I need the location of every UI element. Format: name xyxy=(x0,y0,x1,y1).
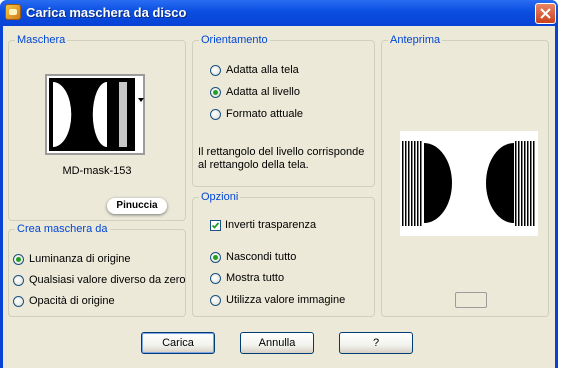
radio-label: Mostra tutto xyxy=(226,272,285,284)
preview-group: Anteprima xyxy=(381,33,549,317)
options-group: Opzioni Inverti trasparenza Nascondi tut… xyxy=(192,190,375,317)
radio-label: Adatta alla tela xyxy=(226,64,299,76)
invert-transparency-checkbox[interactable]: Inverti trasparenza xyxy=(210,217,316,233)
load-button[interactable]: Carica xyxy=(141,332,215,354)
watermark-text: Pinuccia xyxy=(116,200,158,211)
radio-indicator xyxy=(13,274,24,286)
close-icon xyxy=(540,8,551,19)
radio-hide-all[interactable]: Nascondi tutto xyxy=(210,249,296,265)
radio-fit-layer[interactable]: Adatta al livello xyxy=(210,84,300,100)
radio-indicator xyxy=(13,253,24,265)
create-mask-legend: Crea maschera da xyxy=(15,222,110,236)
radio-use-image-value[interactable]: Utilizza valore immagine xyxy=(210,292,345,308)
mask-thumbnail xyxy=(49,78,135,151)
radio-indicator xyxy=(210,64,221,76)
radio-show-all[interactable]: Mostra tutto xyxy=(210,270,284,286)
close-button[interactable] xyxy=(535,3,556,24)
options-legend: Opzioni xyxy=(199,190,241,204)
preview-image xyxy=(400,131,538,236)
dialog-client-area: Maschera MD-mask-153 Pinuccia Crea masch… xyxy=(3,26,555,368)
cancel-button[interactable]: Annulla xyxy=(240,332,314,354)
mask-picker[interactable] xyxy=(45,74,145,155)
radio-label: Utilizza valore immagine xyxy=(226,294,346,306)
chevron-down-icon[interactable] xyxy=(138,98,144,102)
dialog-window: Carica maschera da disco Maschera MD-mas… xyxy=(0,0,558,368)
radio-indicator xyxy=(210,86,221,98)
mask-group-legend: Maschera xyxy=(15,33,68,47)
watermark-badge: Pinuccia xyxy=(107,198,167,214)
radio-indicator xyxy=(210,272,221,284)
radio-fit-canvas[interactable]: Adatta alla tela xyxy=(210,62,299,78)
checkbox-label: Inverti trasparenza xyxy=(225,219,317,231)
orientation-description: Il rettangolo del livello corrisponde al… xyxy=(198,146,365,171)
checkmark-icon xyxy=(211,221,220,229)
radio-label: Opacità di origine xyxy=(29,295,115,307)
radio-label: Formato attuale xyxy=(226,108,304,120)
radio-indicator xyxy=(13,295,24,307)
radio-label: Adatta al livello xyxy=(226,86,300,98)
preview-canvas xyxy=(400,131,538,236)
orientation-legend: Orientamento xyxy=(199,33,270,47)
mask-preview-image xyxy=(49,78,135,151)
radio-indicator xyxy=(210,251,221,263)
preview-legend: Anteprima xyxy=(388,33,443,47)
checkbox-indicator xyxy=(210,219,221,231)
radio-label: Luminanza di origine xyxy=(29,253,131,265)
radio-indicator xyxy=(210,108,221,120)
window-title: Carica maschera da disco xyxy=(26,5,187,20)
radio-indicator xyxy=(210,294,221,306)
radio-source-opacity[interactable]: Opacità di origine xyxy=(13,293,115,309)
radio-source-luminance[interactable]: Luminanza di origine xyxy=(13,251,131,267)
orientation-group: Orientamento Adatta alla tela Adatta al … xyxy=(192,33,375,187)
radio-current-size[interactable]: Formato attuale xyxy=(210,106,303,122)
help-button[interactable]: ? xyxy=(339,332,413,354)
app-icon xyxy=(5,4,21,20)
radio-label: Nascondi tutto xyxy=(226,251,297,263)
radio-any-nonzero[interactable]: Qualsiasi valore diverso da zero xyxy=(13,272,186,288)
mask-name: MD-mask-153 xyxy=(62,165,132,177)
create-mask-group: Crea maschera da Luminanza di origine Qu… xyxy=(8,222,186,317)
preview-background-button[interactable] xyxy=(455,292,487,308)
title-bar[interactable]: Carica maschera da disco xyxy=(0,0,558,26)
radio-label: Qualsiasi valore diverso da zero xyxy=(29,274,186,286)
mask-group: Maschera MD-mask-153 Pinuccia xyxy=(8,33,186,221)
